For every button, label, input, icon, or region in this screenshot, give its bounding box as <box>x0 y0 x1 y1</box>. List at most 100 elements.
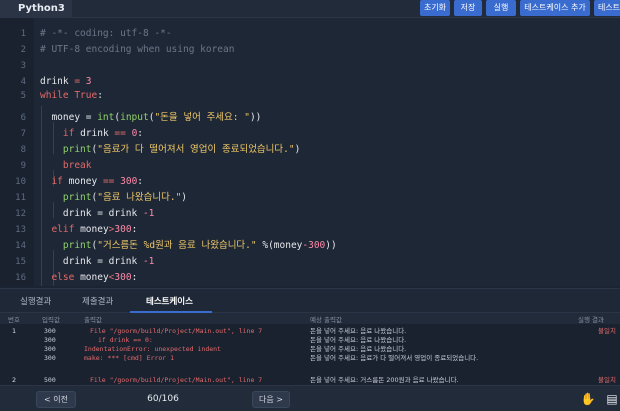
code-line[interactable]: 6 money = int(input("돈을 넣어 주세요: ")) <box>0 110 620 126</box>
code-line[interactable]: 3 <box>0 58 620 74</box>
code-line[interactable]: 5 while True: <box>0 88 620 104</box>
code-token: money = <box>40 112 98 123</box>
code-text: drink = drink -1 <box>40 254 155 270</box>
code-token: while <box>40 90 69 101</box>
add-testcase-button[interactable]: 테스트케이스 추가 <box>520 0 590 16</box>
table-header: 번호 입력값 출력값 예상 출력값 실행 결과 <box>0 313 620 324</box>
code-token: print <box>62 144 92 155</box>
code-token: %(money <box>256 240 303 251</box>
code-token: money <box>62 176 103 187</box>
code-token: "돈을 넣어 주세요: " <box>154 112 250 123</box>
code-token: if <box>51 176 63 187</box>
code-token: : <box>137 176 144 187</box>
tab-testcase[interactable]: 테스트케이스 <box>146 295 193 307</box>
code-line[interactable]: 13 elif money>300: <box>0 222 620 238</box>
line-number: 16 <box>15 273 26 283</box>
line-number: 12 <box>15 209 26 219</box>
code-text: # UTF-8 encoding when using korean <box>40 42 234 58</box>
chat-icon[interactable]: ▤ <box>604 391 620 407</box>
hand-icon[interactable]: ✋ <box>580 391 596 407</box>
header-input: 입력값 <box>42 316 60 324</box>
code-line[interactable]: 16 else money<300: <box>0 270 620 286</box>
prev-button[interactable]: < 이전 <box>36 391 76 408</box>
result-tabs: 실행결과 제출결과 테스트케이스 <box>0 289 620 313</box>
expected-line: 돈을 넣어 주세요: 음료 나왔습니다. <box>310 336 407 344</box>
code-token: 0 <box>125 128 138 139</box>
row-number: 1 <box>12 327 17 335</box>
code-token: money <box>74 224 109 235</box>
page-indicator: 60/106 <box>147 394 179 404</box>
code-token: : <box>97 90 103 101</box>
code-text: if money == 300: <box>40 174 143 190</box>
code-token: # UTF-8 encoding when using korean <box>40 44 235 55</box>
tab-submit-result[interactable]: 제출결과 <box>82 295 113 307</box>
code-line[interactable]: 2 # UTF-8 encoding when using korean <box>0 42 620 58</box>
bottom-navigation: < 이전 60/106 다음 > ✋ ▤ <box>0 385 620 411</box>
code-token: if <box>62 128 75 139</box>
input-value: 500 <box>44 376 56 384</box>
expected-line: 돈을 넣어 주세요: 음료 나왔습니다. <box>310 327 407 335</box>
code-token: True <box>68 90 98 101</box>
code-token: print <box>62 240 92 251</box>
line-number: 14 <box>15 241 26 251</box>
code-line[interactable]: 10 if money == 300: <box>0 174 620 190</box>
expected-line: 돈을 넣어 주세요: 음료 나왔습니다. <box>310 345 407 353</box>
code-text: print("거스름돈 %d원과 음료 나왔습니다." %(money-300)… <box>40 238 337 254</box>
code-token: : <box>131 272 138 283</box>
line-number: 2 <box>20 45 26 55</box>
code-line[interactable]: 15 drink = drink -1 <box>0 254 620 270</box>
language-tab[interactable]: Python3 <box>0 0 72 18</box>
run-button[interactable]: 실행 <box>486 0 516 16</box>
code-token: -300 <box>302 240 326 251</box>
code-token: else <box>51 272 75 283</box>
top-toolbar: Python3 초기화 저장 실행 테스트케이스 추가 테스트 <box>0 0 620 18</box>
save-button[interactable]: 저장 <box>454 0 482 16</box>
code-line[interactable]: 14 print("거스름돈 %d원과 음료 나왔습니다." %(money-3… <box>0 238 620 254</box>
input-value: 300 <box>44 354 56 362</box>
tab-run-result[interactable]: 실행결과 <box>20 295 51 307</box>
next-button[interactable]: 다음 > <box>252 391 290 408</box>
code-token: = <box>68 76 86 87</box>
code-token: int <box>97 112 115 123</box>
input-value: 300 <box>44 336 56 344</box>
code-token: ) <box>181 192 188 203</box>
code-token: 300 <box>114 224 132 235</box>
code-line[interactable]: 11 print("음료 나왔습니다.") <box>0 190 620 206</box>
input-value: 300 <box>44 327 56 335</box>
code-token: elif <box>51 224 75 235</box>
code-text: # -*- coding: utf-8 -*- <box>40 26 172 42</box>
line-number: 13 <box>15 225 26 235</box>
line-number: 1 <box>20 29 26 39</box>
test-button[interactable]: 테스트 <box>594 0 620 16</box>
code-line[interactable]: 9 break <box>0 158 620 174</box>
code-token: 300 <box>114 176 138 187</box>
code-editor[interactable]: 1 # -*- coding: utf-8 -*- 2 # UTF-8 encodin… <box>0 18 620 286</box>
output-line: File "/goorm/build/Project/Main.out", li… <box>90 376 263 384</box>
expected-line: 돈을 넣어 주세요: 거스름돈 200원과 음료 나왔습니다. <box>310 376 459 384</box>
expected-line: 돈을 넣어 주세요: 음료가 다 떨어져서 영업이 종료되었습니다. <box>310 354 479 362</box>
code-text: elif money>300: <box>40 222 137 238</box>
header-number: 번호 <box>8 316 20 324</box>
code-line[interactable]: 1 # -*- coding: utf-8 -*- <box>0 26 620 42</box>
code-token: )) <box>249 112 262 123</box>
code-line[interactable]: 7 if drink == 0: <box>0 126 620 142</box>
code-line[interactable]: 12 drink = drink -1 <box>0 206 620 222</box>
code-token: money <box>74 272 109 283</box>
code-token: : <box>137 128 144 139</box>
reset-button[interactable]: 초기화 <box>420 0 450 16</box>
code-token: drink = drink <box>40 208 143 219</box>
code-token: -1 <box>142 256 155 267</box>
line-number: 9 <box>20 161 26 171</box>
result-badge: 불일치 <box>598 376 616 384</box>
code-token: drink <box>40 76 69 87</box>
code-token: -1 <box>142 208 155 219</box>
code-line[interactable]: 8 print("음료가 다 떨어져서 영업이 종료되었습니다.") <box>0 142 620 158</box>
code-text: drink = drink -1 <box>40 206 155 222</box>
header-expected: 예상 출력값 <box>310 316 342 324</box>
